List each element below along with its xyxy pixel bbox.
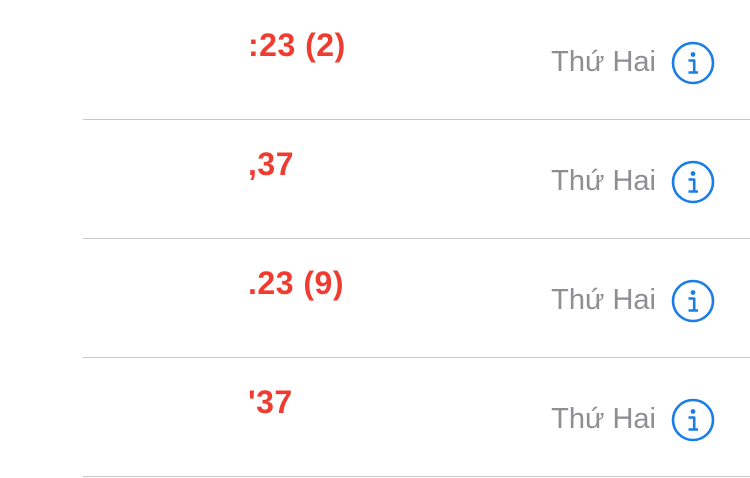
recent-calls-list: :23 (2) Thứ Hai ,37 Thứ Hai .23 (9) Thứ … [0,0,750,478]
info-icon[interactable] [671,160,715,204]
call-date: Thứ Hai [551,46,656,78]
info-icon[interactable] [671,41,715,85]
info-icon[interactable] [671,398,715,442]
call-row[interactable]: :23 (2) Thứ Hai [0,1,750,120]
caller-name: ,37 [248,146,294,182]
call-date: Thứ Hai [551,165,656,197]
call-date: Thứ Hai [551,284,656,316]
caller-name: .23 (9) [248,265,344,301]
call-row[interactable]: ,37 Thứ Hai [0,120,750,239]
call-date: Thứ Hai [551,403,656,435]
caller-name: :23 (2) [248,27,346,63]
caller-name: '37 [248,384,293,420]
call-row[interactable]: .23 (9) Thứ Hai [0,239,750,358]
row-divider [83,476,750,477]
info-icon[interactable] [671,279,715,323]
call-row[interactable]: '37 Thứ Hai [0,358,750,477]
